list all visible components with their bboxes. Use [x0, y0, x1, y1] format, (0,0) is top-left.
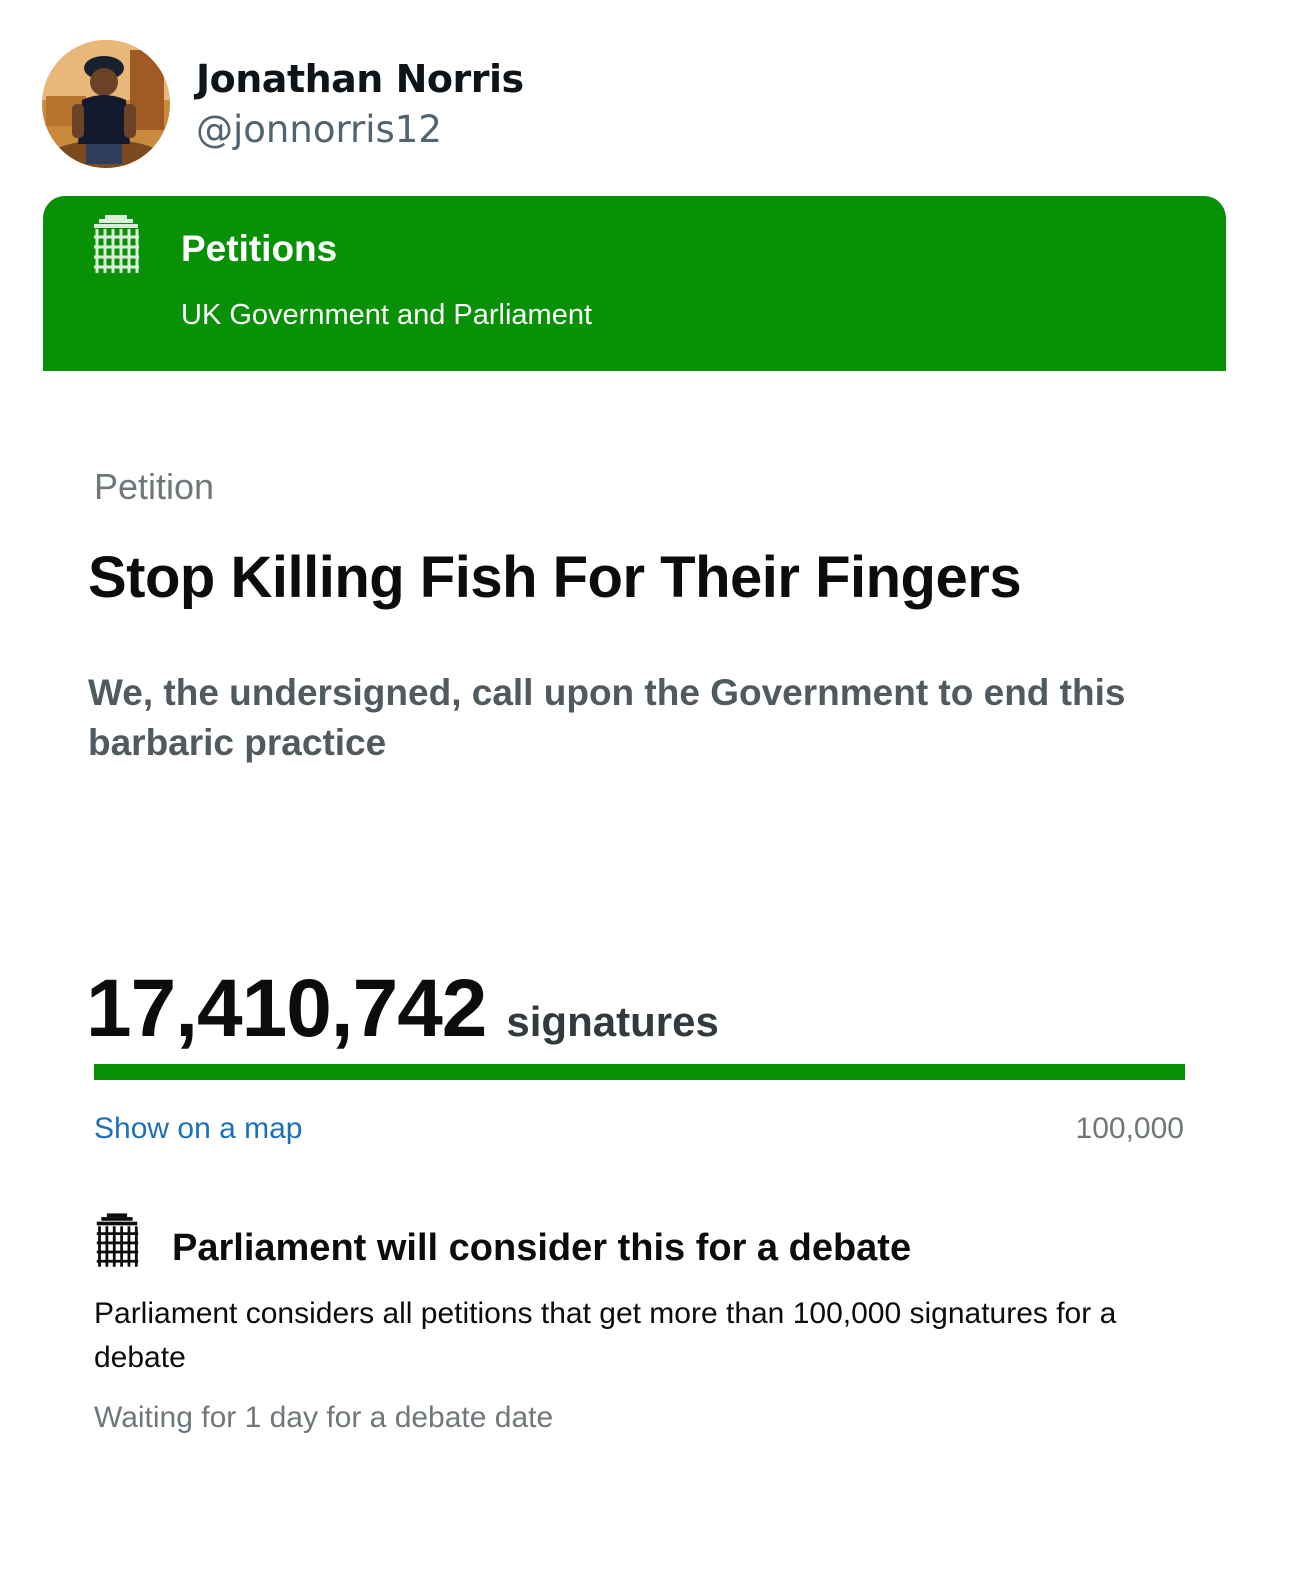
tweet-header: Jonathan Norris @jonnorris12 [42, 40, 524, 168]
debate-waiting-status: Waiting for 1 day for a debate date [94, 1401, 554, 1434]
petitions-banner: Petitions UK Government and Parliament [43, 196, 1226, 371]
petition-label: Petition [94, 466, 215, 507]
debate-description: Parliament considers all petitions that … [94, 1297, 1117, 1374]
signature-count: 17,410,742 [86, 963, 487, 1054]
show-on-map-link[interactable]: Show on a map [94, 1110, 302, 1148]
debate-heading: Parliament will consider this for a deba… [172, 1227, 912, 1269]
signature-threshold: 100,000 [1075, 1112, 1184, 1145]
petition-title: Stop Killing Fish For Their Fingers [88, 545, 1022, 610]
banner-title[interactable]: Petitions [181, 227, 337, 271]
portcullis-icon [91, 215, 141, 275]
signature-progress-bar [94, 1064, 1185, 1080]
signature-count-row: 17,410,742 signatures [86, 962, 719, 1056]
author-name[interactable]: Jonathan Norris [196, 53, 524, 105]
author-info: Jonathan Norris @jonnorris12 [196, 53, 524, 155]
signature-progress-fill [94, 1064, 1185, 1080]
author-handle[interactable]: @jonnorris12 [196, 105, 524, 155]
signature-unit: signatures [506, 998, 719, 1045]
avatar-image [42, 40, 170, 168]
petition-action-text: We, the undersigned, call upon the Gover… [88, 672, 1126, 763]
banner-subtitle: UK Government and Parliament [181, 299, 593, 331]
portcullis-icon [94, 1213, 140, 1269]
avatar[interactable] [42, 40, 170, 168]
